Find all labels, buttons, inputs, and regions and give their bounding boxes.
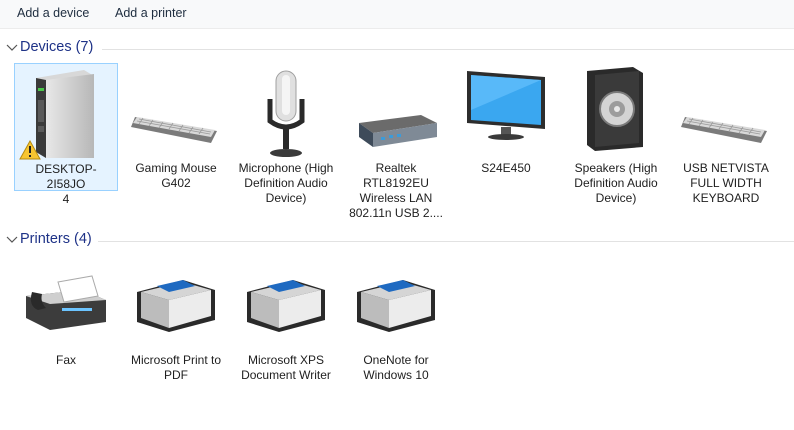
device-label: Gaming Mouse G402: [135, 161, 217, 190]
printer-tile-microsoft-print-to-pdf[interactable]: Microsoft Print to PDF: [124, 260, 228, 388]
device-tile-microphone[interactable]: Microphone (High Definition Audio Device…: [234, 63, 338, 205]
chevron-down-icon[interactable]: [6, 234, 18, 246]
device-tile-desktop[interactable]: DESKTOP-2I58JO 4: [14, 63, 118, 206]
printer-label: Microsoft Print to PDF: [130, 353, 222, 382]
device-tile-monitor[interactable]: S24E450: [454, 63, 558, 191]
printers-group-title: Printers (4): [20, 231, 92, 247]
network-adapter-icon: [359, 115, 437, 147]
devices-group-title: Devices (7): [20, 39, 94, 55]
device-tile-usb-keyboard[interactable]: USB NETVISTA FULL WIDTH KEYBOARD: [674, 63, 778, 205]
devices-group-header[interactable]: Devices (7): [0, 39, 794, 59]
device-label: DESKTOP-2I58JO 4: [35, 162, 97, 206]
chevron-down-icon[interactable]: [6, 42, 18, 54]
add-printer-button[interactable]: Add a printer: [115, 6, 187, 20]
printer-label: Microsoft XPS Document Writer: [241, 353, 331, 382]
printer-icon: [137, 280, 215, 332]
keyboard-icon: [131, 117, 217, 143]
device-label: Realtek RTL8192EU Wireless LAN 802.11n U…: [349, 161, 443, 220]
speaker-icon: [587, 67, 643, 151]
printer-tile-microsoft-xps-document-writer[interactable]: Microsoft XPS Document Writer: [234, 260, 338, 388]
printer-icon: [247, 280, 325, 332]
printer-icon: [357, 280, 435, 332]
device-tile-gaming-mouse[interactable]: Gaming Mouse G402: [124, 63, 228, 191]
command-bar: Add a device Add a printer: [0, 0, 794, 29]
device-label: Speakers (High Definition Audio Device): [574, 161, 658, 205]
printer-label: OneNote for Windows 10: [363, 353, 429, 382]
warning-icon: [19, 140, 41, 160]
device-tile-realtek[interactable]: Realtek RTL8192EU Wireless LAN 802.11n U…: [344, 63, 448, 220]
add-device-button[interactable]: Add a device: [17, 6, 89, 20]
printer-tile-fax[interactable]: Fax: [14, 260, 118, 388]
device-label: USB NETVISTA FULL WIDTH KEYBOARD: [683, 161, 769, 205]
device-label: S24E450: [481, 161, 531, 175]
microphone-icon: [267, 70, 305, 157]
divider: [102, 49, 794, 50]
divider: [98, 241, 794, 242]
printer-label: Fax: [55, 353, 76, 367]
printers-group-header[interactable]: Printers (4): [0, 231, 794, 251]
keyboard-icon: [681, 117, 767, 143]
device-label: Microphone (High Definition Audio Device…: [238, 161, 334, 205]
device-tile-speakers[interactable]: Speakers (High Definition Audio Device): [564, 63, 668, 205]
monitor-icon: [467, 71, 545, 140]
fax-icon: [26, 275, 106, 330]
printer-tile-onenote[interactable]: OneNote for Windows 10: [344, 260, 448, 388]
